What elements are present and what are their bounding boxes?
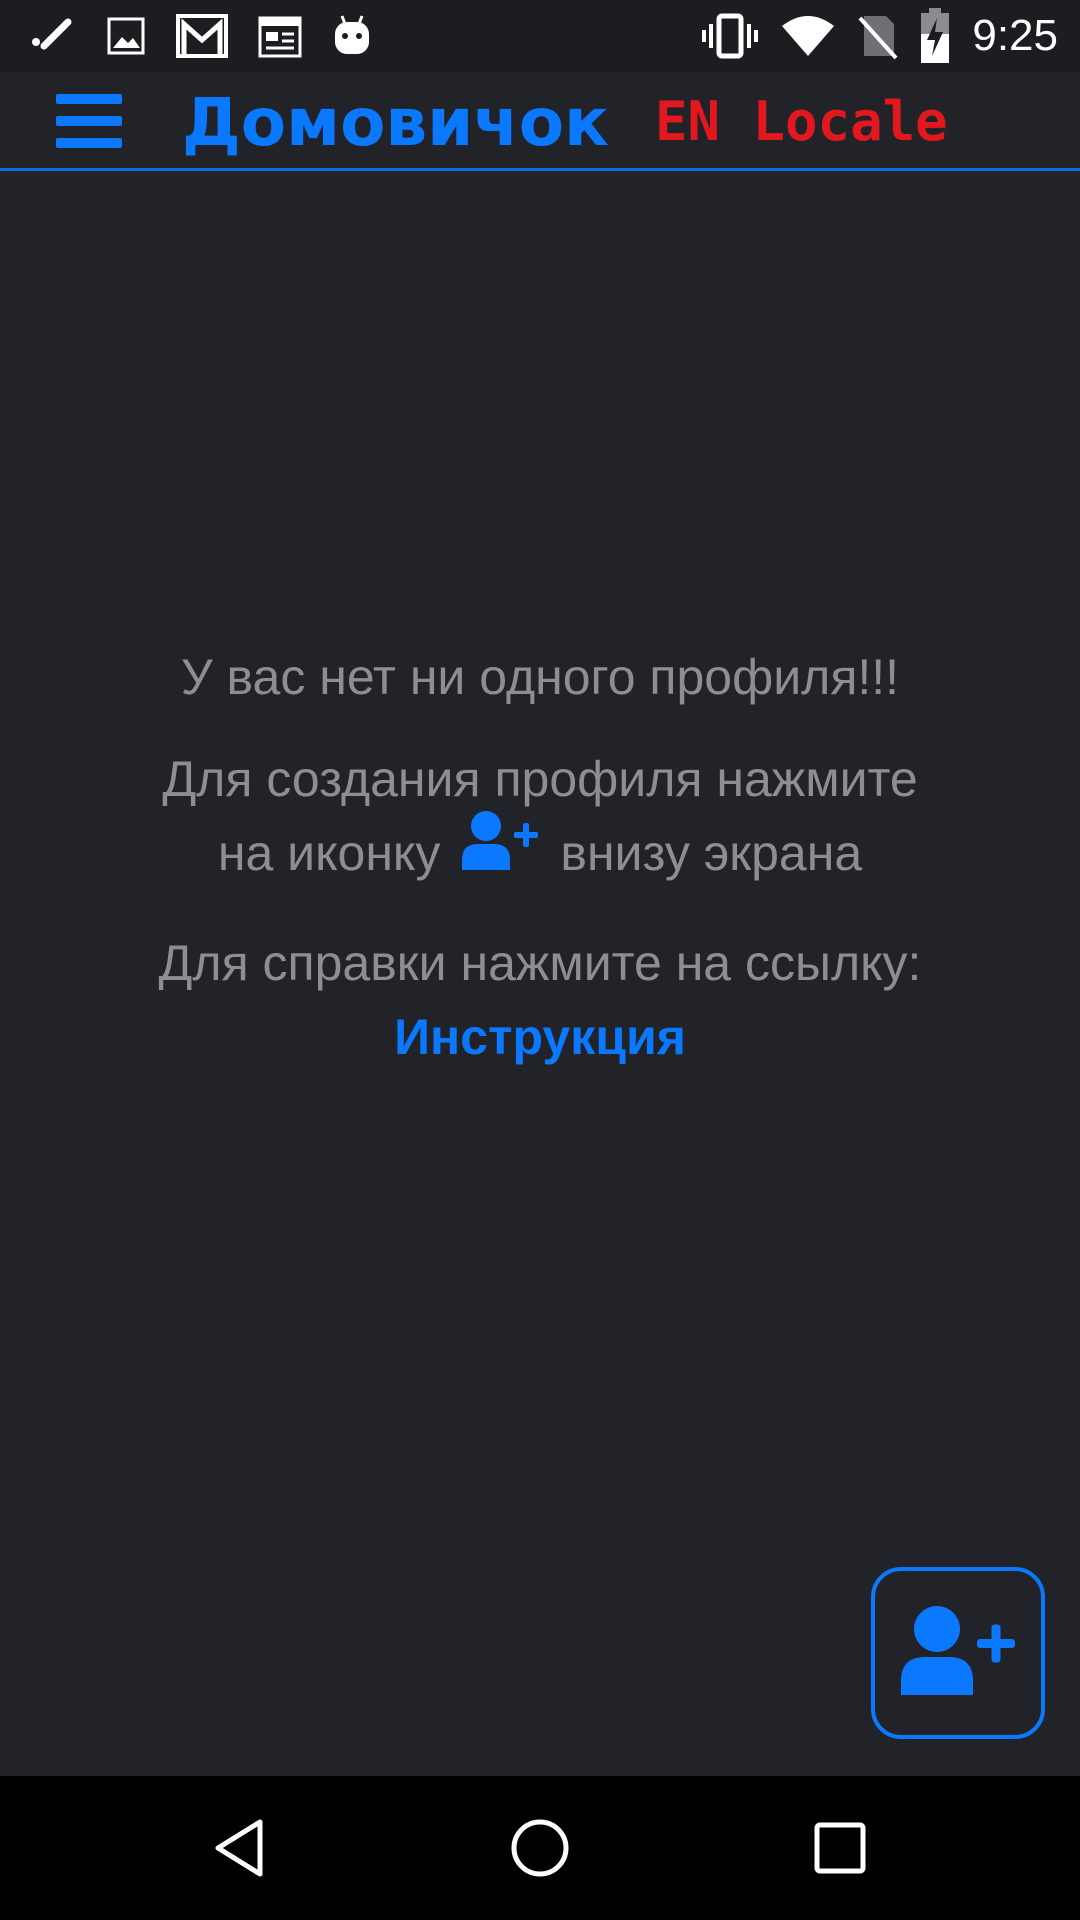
image-icon [106,16,146,56]
app-title: Домовичок [182,84,609,161]
create-hint-suffix: внизу экрана [560,825,863,882]
home-icon[interactable] [508,1816,572,1880]
empty-state: У вас нет ни одного профиля!!! Для созда… [0,640,1080,1074]
create-hint-line2: на иконку внизу экрана [0,811,1080,898]
back-icon[interactable] [208,1816,272,1880]
add-user-icon [462,810,539,892]
navigation-bar [0,1776,1080,1920]
calendar-icon [258,14,302,58]
recents-icon[interactable] [808,1816,872,1880]
wifi-icon [780,14,836,58]
gmail-icon [176,14,228,58]
battery-charging-icon [920,8,950,64]
clock: 9:25 [972,11,1058,60]
help-hint: Для справки нажмите на ссылку: [158,935,922,991]
hamburger-menu-icon[interactable] [56,92,124,152]
no-sim-icon [858,12,898,60]
create-hint-line1: Для создания профиля нажмите [162,751,918,807]
status-bar: 9:25 [0,0,1080,72]
system-status-icons: 9:25 [702,8,1058,64]
create-hint-prefix: на иконку [217,825,441,882]
android-icon [332,14,372,58]
instruction-link[interactable]: Инструкция [394,1009,686,1065]
app-bar: Домовичок EN Locale [0,72,1080,171]
vibrate-icon [702,12,759,60]
no-profiles-message: У вас нет ни одного профиля!!! [180,649,900,705]
add-profile-button[interactable] [871,1567,1045,1739]
pen-icon [28,12,76,60]
add-user-icon [901,1605,1015,1701]
notification-icons [28,12,372,60]
locale-toggle[interactable]: EN Locale [655,90,948,154]
